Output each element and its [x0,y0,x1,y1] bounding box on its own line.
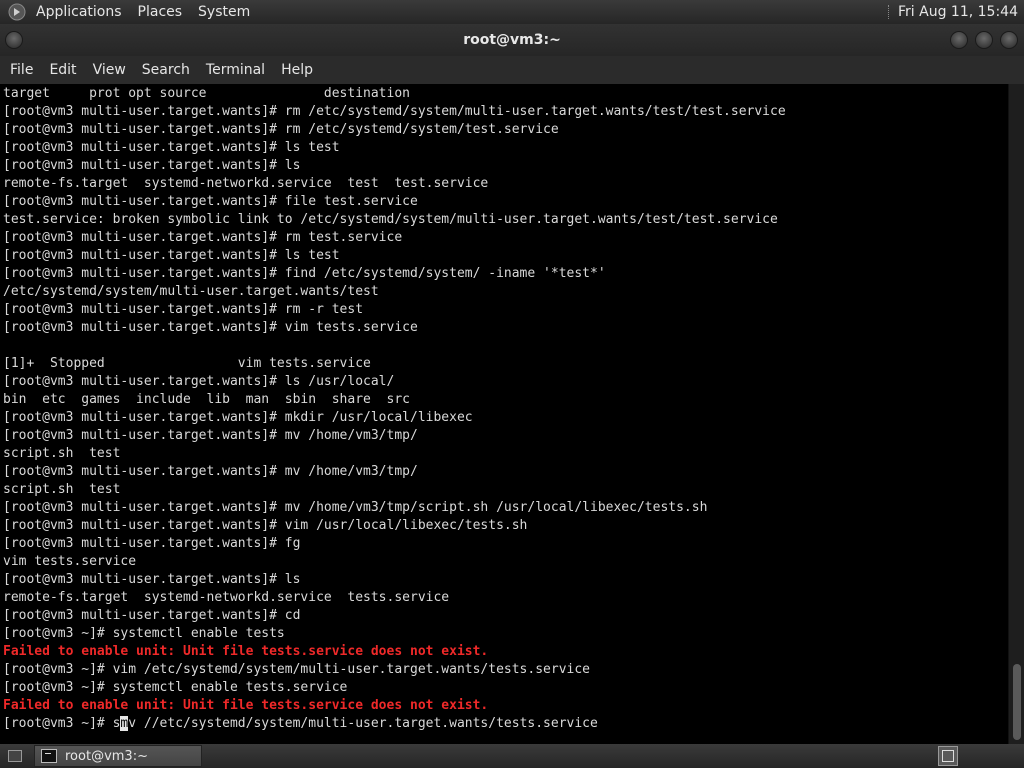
terminal-line: test.service: broken symbolic link to /e… [3,212,778,227]
terminal-line: remote-fs.target systemd-networkd.servic… [3,590,450,605]
terminal-line: [root@vm3 multi-user.target.wants]# mv /… [3,428,418,443]
menu-search[interactable]: Search [134,56,198,84]
show-desktop-icon[interactable] [8,750,22,762]
terminal-error-line: Failed to enable unit: Unit file tests.s… [3,644,489,659]
panel-separator [888,5,890,19]
terminal-line: [root@vm3 ~]# vim /etc/systemd/system/mu… [3,662,590,677]
prompt-after-cursor: v //etc/systemd/system/multi-user.target… [128,716,598,731]
places-menu[interactable]: Places [130,0,191,24]
terminal-line: [root@vm3 ~]# systemctl enable tests [3,626,285,641]
bottom-panel: root@vm3:~ [0,744,1024,768]
scrollbar-thumb[interactable] [1013,664,1021,740]
terminal-line: [root@vm3 multi-user.target.wants]# rm t… [3,230,403,245]
terminal-line: remote-fs.target systemd-networkd.servic… [3,176,489,191]
top-panel: Applications Places System Fri Aug 11, 1… [0,0,1024,24]
terminal-line: [root@vm3 multi-user.target.wants]# rm /… [3,122,559,137]
menu-view[interactable]: View [85,56,134,84]
terminal-line: [root@vm3 multi-user.target.wants]# mv /… [3,464,418,479]
menu-bar: File Edit View Search Terminal Help [0,56,1024,84]
close-button[interactable] [1000,31,1018,49]
terminal-output[interactable]: target prot opt source destination [root@… [0,84,1008,744]
gnome-foot-icon[interactable] [6,2,28,22]
terminal-line: [root@vm3 multi-user.target.wants]# file… [3,194,418,209]
applications-menu[interactable]: Applications [28,0,130,24]
terminal-line: [root@vm3 multi-user.target.wants]# ls t… [3,140,340,155]
terminal-line: /etc/systemd/system/multi-user.target.wa… [3,284,379,299]
terminal-line: [root@vm3 multi-user.target.wants]# ls [3,572,301,587]
menu-terminal[interactable]: Terminal [198,56,273,84]
terminal-line: [root@vm3 multi-user.target.wants]# vim … [3,320,418,335]
terminal-line: [root@vm3 multi-user.target.wants]# mv /… [3,500,708,515]
terminal-line: script.sh test [3,446,121,461]
terminal-line: [root@vm3 multi-user.target.wants]# ls /… [3,374,395,389]
maximize-button[interactable] [975,31,993,49]
terminal-line: [root@vm3 multi-user.target.wants]# vim … [3,518,528,533]
terminal-line: [root@vm3 multi-user.target.wants]# rm /… [3,104,786,119]
terminal-line: [root@vm3 multi-user.target.wants]# cd [3,608,301,623]
clock-area: Fri Aug 11, 15:44 [886,0,1024,24]
taskbar-window-label: root@vm3:~ [65,748,148,764]
terminal-line: bin etc games include lib man sbin share… [3,392,410,407]
terminal-scrollbar[interactable] [1008,84,1024,744]
menu-edit[interactable]: Edit [41,56,84,84]
terminal-line: vim tests.service [3,554,137,569]
terminal-line: [1]+ Stopped vim tests.service [3,356,371,371]
terminal-line: [root@vm3 ~]# systemctl enable tests.ser… [3,680,348,695]
terminal-line: [root@vm3 multi-user.target.wants]# find… [3,266,606,281]
terminal-line: [root@vm3 multi-user.target.wants]# ls [3,158,301,173]
taskbar-window-button[interactable]: root@vm3:~ [34,745,202,767]
terminal-line: [root@vm3 multi-user.target.wants]# ls t… [3,248,340,263]
terminal-line: [root@vm3 multi-user.target.wants]# mkdi… [3,410,473,425]
workspace-switcher[interactable] [938,746,958,766]
terminal-line: [root@vm3 multi-user.target.wants]# rm -… [3,302,364,317]
menu-file[interactable]: File [2,56,41,84]
terminal-line: target prot opt source destination [3,86,410,101]
terminal-icon [41,749,57,763]
terminal-prompt-line[interactable]: [root@vm3 ~]# smv //etc/systemd/system/m… [3,715,1008,733]
terminal-line: [root@vm3 multi-user.target.wants]# fg [3,536,301,551]
terminal-lines: target prot opt source destination [root@… [3,85,1008,715]
minimize-button[interactable] [950,31,968,49]
terminal-error-line: Failed to enable unit: Unit file tests.s… [3,698,489,713]
terminal-line: script.sh test [3,482,121,497]
window-title: root@vm3:~ [463,32,561,48]
clock[interactable]: Fri Aug 11, 15:44 [892,0,1024,24]
system-menu[interactable]: System [190,0,258,24]
window-title-bar[interactable]: root@vm3:~ [0,24,1024,56]
workspace-1-icon [942,750,954,762]
prompt-before-cursor: [root@vm3 ~]# s [3,716,121,731]
menu-help[interactable]: Help [273,56,321,84]
